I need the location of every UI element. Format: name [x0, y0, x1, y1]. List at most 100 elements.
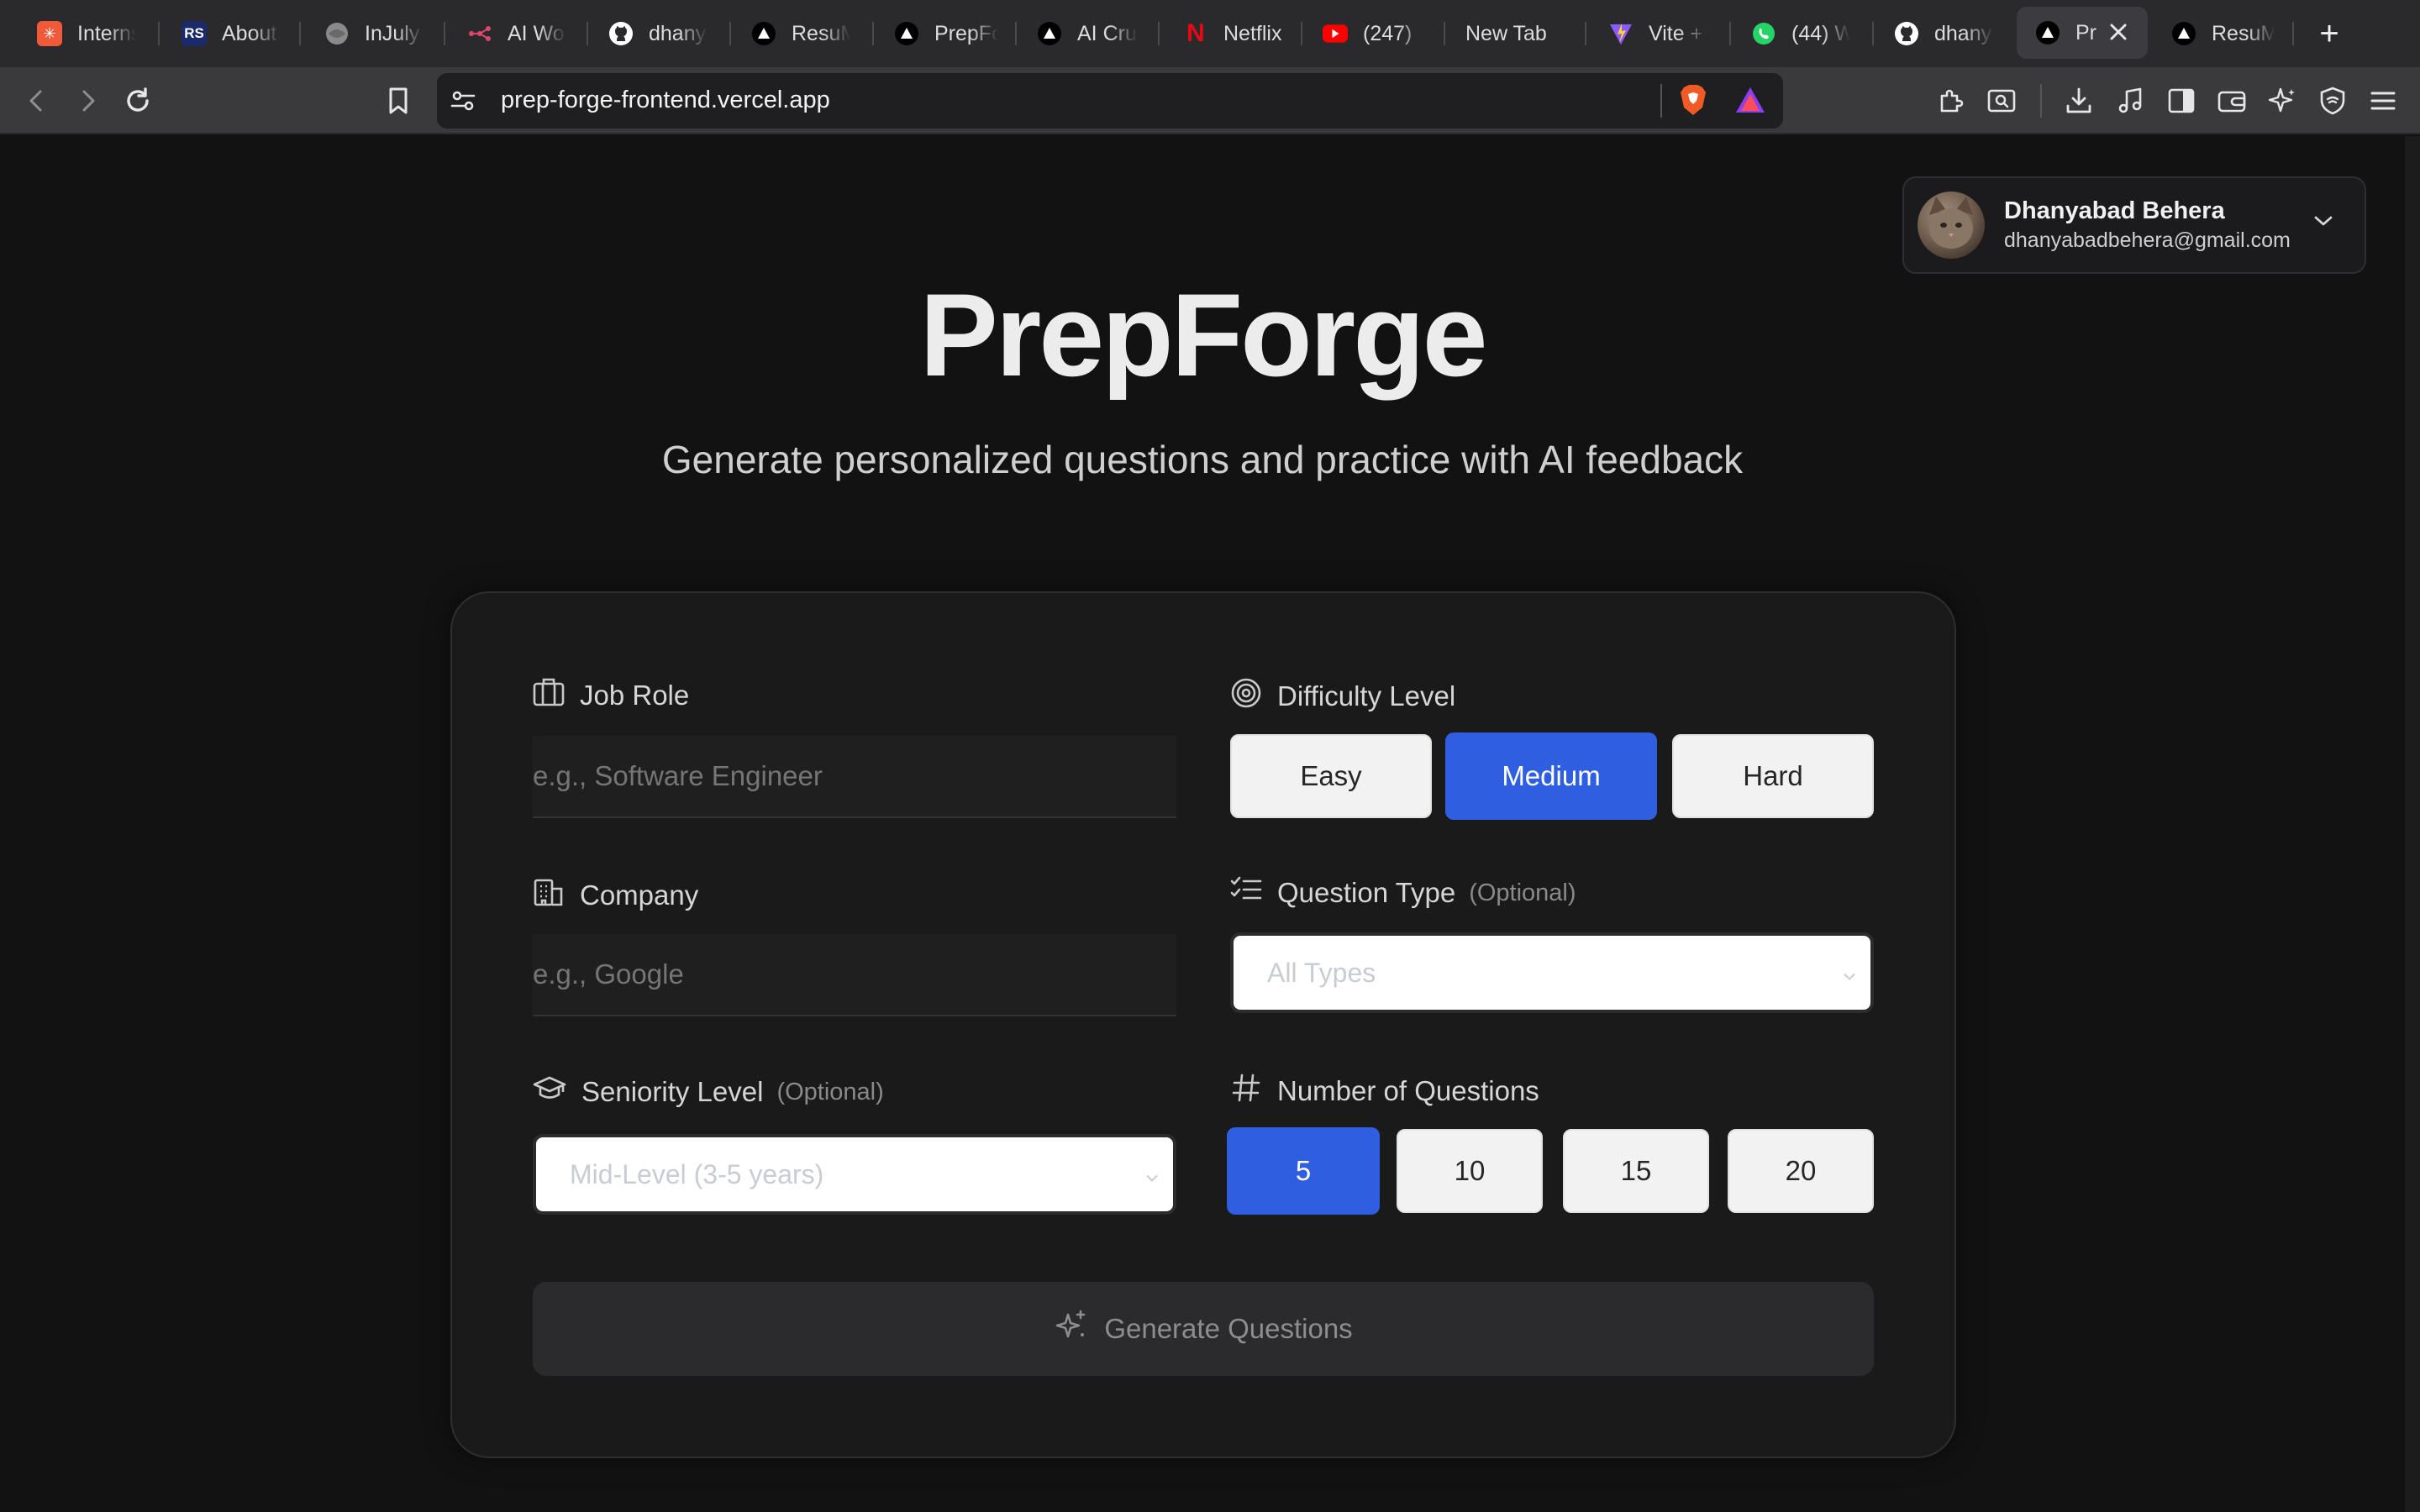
tab-title: New Tab: [1465, 21, 1547, 45]
building-icon: [533, 877, 580, 914]
vercel-icon: [751, 21, 776, 46]
music-icon[interactable]: [2112, 82, 2149, 119]
vercel-icon: [894, 21, 919, 46]
tab-active[interactable]: Pr: [2017, 7, 2148, 59]
tab[interactable]: Vite +: [1608, 12, 1707, 55]
tab[interactable]: New Tab: [1465, 12, 1575, 55]
tab[interactable]: ResuM: [2171, 12, 2275, 55]
github-icon: [1894, 21, 1919, 46]
tab[interactable]: ✳ Interns: [37, 12, 136, 55]
reload-button[interactable]: [119, 82, 156, 119]
label-text: Number of Questions: [1277, 1075, 1539, 1106]
brave-rewards-icon[interactable]: [1734, 86, 1766, 118]
tab[interactable]: AI Wor: [467, 12, 566, 55]
tab-separator: [1301, 22, 1302, 45]
avatar: [1918, 192, 1985, 259]
question-type-select[interactable]: All Types: [1230, 932, 1874, 1013]
tab-separator: [872, 22, 874, 45]
user-email: dhanyabadbehera@gmail.com: [2004, 228, 2291, 252]
youtube-icon: [1323, 21, 1348, 46]
screenshot-search-icon[interactable]: [1983, 82, 2020, 119]
questions-10-button[interactable]: 10: [1397, 1129, 1543, 1213]
question-type-label: Question Type (Optional): [1230, 875, 1576, 911]
site-settings-icon[interactable]: [449, 87, 477, 119]
questions-15-button[interactable]: 15: [1563, 1129, 1709, 1213]
extensions-icon[interactable]: [1933, 82, 1970, 119]
vite-icon: [1608, 21, 1634, 46]
brave-shields-icon[interactable]: [1679, 84, 1707, 120]
page-subtitle: Generate personalized questions and prac…: [661, 438, 1744, 481]
globe-icon: [324, 21, 350, 46]
generate-label: Generate Questions: [1104, 1313, 1353, 1344]
tab[interactable]: PrepFo: [894, 12, 998, 55]
tab-separator: [587, 22, 588, 45]
sparkles-icon: [1054, 1308, 1104, 1350]
difficulty-label: Difficulty Level: [1230, 677, 1455, 716]
difficulty-hard-button[interactable]: Hard: [1672, 734, 1874, 818]
tab[interactable]: RS About: [182, 12, 281, 55]
tab[interactable]: AI Cru: [1037, 12, 1138, 55]
checklist-icon: [1230, 875, 1277, 911]
label-text: Job Role: [580, 680, 690, 711]
github-icon: [608, 21, 634, 46]
company-input[interactable]: [533, 934, 1176, 1016]
menu-icon[interactable]: [2365, 82, 2402, 119]
tab-separator: [2292, 22, 2294, 45]
vercel-icon: [1037, 21, 1062, 46]
tab-separator: [444, 22, 445, 45]
netflix-icon: N: [1186, 19, 1205, 47]
briefcase-icon: [533, 677, 580, 714]
chevron-down-icon: [1144, 1159, 1160, 1190]
user-name: Dhanyabad Behera: [2004, 197, 2225, 224]
chevron-down-icon[interactable]: [2312, 213, 2334, 233]
label-text: Difficulty Level: [1277, 680, 1456, 711]
workflow-icon: [467, 21, 492, 46]
optional-tag: (Optional): [1469, 879, 1576, 906]
tab[interactable]: (44) W: [1751, 12, 1850, 55]
tab[interactable]: N Netflix: [1183, 12, 1287, 55]
sidebar-icon[interactable]: [2163, 82, 2200, 119]
number-of-questions-label: Number of Questions: [1230, 1072, 1539, 1110]
seniority-select[interactable]: Mid-Level (3-5 years): [533, 1134, 1176, 1215]
company-label: Company: [533, 877, 698, 914]
scrollbar[interactable]: [2405, 136, 2420, 1512]
difficulty-medium-button[interactable]: Medium: [1445, 732, 1657, 820]
questions-5-button[interactable]: 5: [1227, 1127, 1380, 1215]
vercel-icon: [2035, 20, 2060, 45]
tab[interactable]: ResuM: [751, 12, 850, 55]
tab[interactable]: dhany: [608, 12, 708, 55]
url-text[interactable]: prep-forge-frontend.vercel.app: [501, 87, 830, 114]
toolbar-divider: [2040, 84, 2042, 118]
label-text: Seniority Level: [581, 1076, 764, 1107]
tab-title: Netflix: [1223, 21, 1282, 45]
tab-separator: [1585, 22, 1586, 45]
tab[interactable]: InJuly: [324, 12, 424, 55]
difficulty-easy-button[interactable]: Easy: [1230, 734, 1432, 818]
address-divider: [1660, 84, 1662, 118]
leo-ai-icon[interactable]: [2264, 82, 2301, 119]
optional-tag: (Optional): [776, 1078, 884, 1105]
forward-button[interactable]: [69, 82, 106, 119]
tab-separator: [1015, 22, 1017, 45]
questions-20-button[interactable]: 20: [1728, 1129, 1874, 1213]
close-tab-icon[interactable]: [2107, 21, 2129, 49]
job-role-input[interactable]: [533, 736, 1176, 818]
new-tab-button[interactable]: +: [2312, 12, 2346, 55]
tab-separator: [299, 22, 301, 45]
bookmark-icon[interactable]: [380, 82, 417, 119]
generate-questions-button[interactable]: Generate Questions: [533, 1282, 1874, 1376]
back-button[interactable]: [18, 82, 55, 119]
tab-title: Pr: [2075, 20, 2096, 45]
wallet-icon[interactable]: [2213, 82, 2250, 119]
label-text: Company: [580, 879, 699, 911]
tab-separator: [729, 22, 731, 45]
tab-separator: [1729, 22, 1731, 45]
tab[interactable]: (247): [1323, 12, 1427, 55]
target-icon: [1230, 677, 1277, 716]
chevron-down-icon: [1842, 958, 1857, 989]
select-value: Mid-Level (3-5 years): [570, 1158, 824, 1189]
download-icon[interactable]: [2060, 82, 2097, 119]
vpn-shield-icon[interactable]: [2314, 82, 2351, 119]
job-role-label: Job Role: [533, 677, 689, 714]
tab[interactable]: dhany: [1894, 12, 1993, 55]
